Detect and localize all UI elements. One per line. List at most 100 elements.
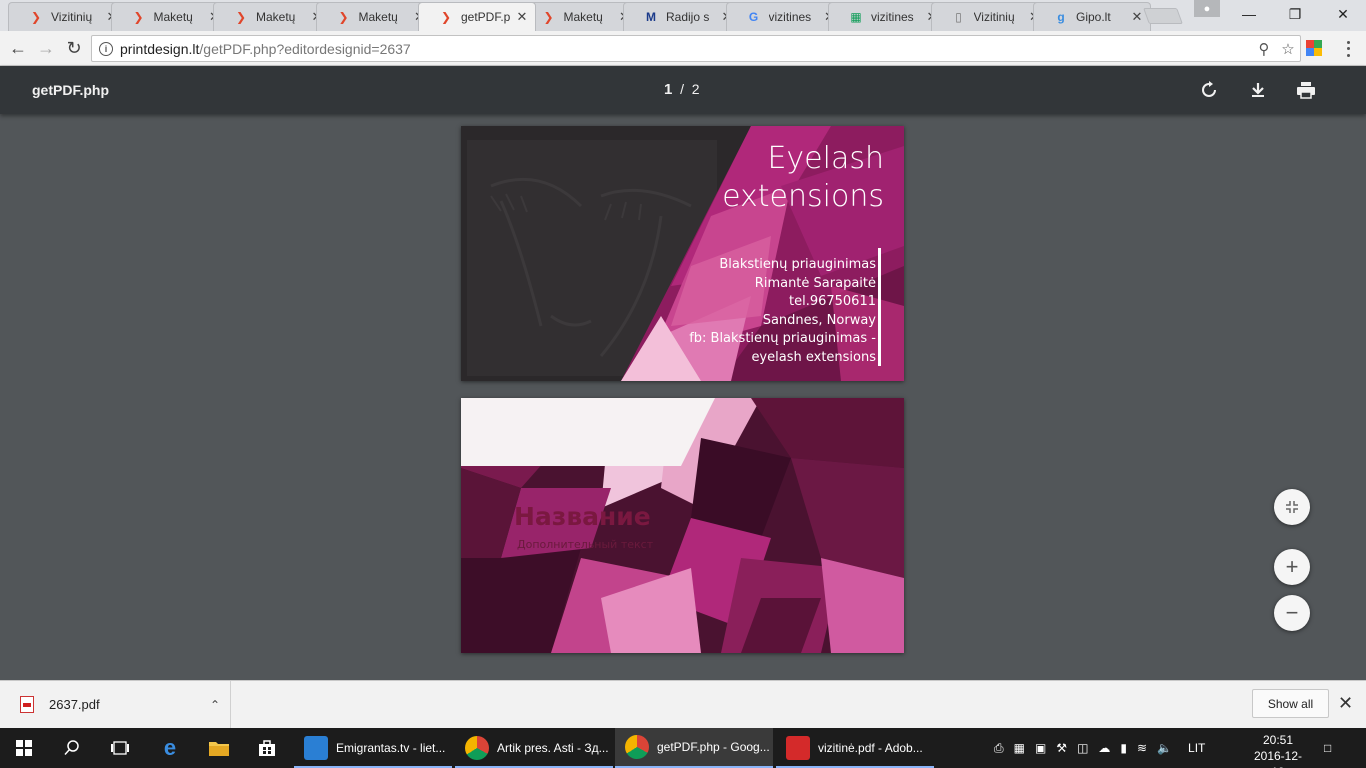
edge-icon[interactable]: e (146, 728, 194, 768)
browser-toolbar: ← → ↻ i printdesign.lt/getPDF.php?editor… (0, 31, 1366, 66)
browser-tab[interactable]: g Gipo.lt ✕ (1033, 2, 1151, 31)
card-line-phone: tel.96750611 (788, 294, 876, 309)
browser-tab[interactable]: Gvizitines✕ (725, 2, 844, 31)
tab-title: vizitines (768, 10, 812, 24)
browser-tab[interactable]: ❯ getPDF.p ✕ (418, 2, 536, 31)
plus-icon: + (1285, 554, 1299, 579)
store-icon[interactable] (243, 728, 291, 768)
card-line-location: Sandnes, Norway (762, 312, 876, 328)
colorful-v-icon: ❯ (338, 10, 349, 24)
taskbar-app-label: Artik pres. Asti - Зд... (497, 741, 609, 755)
browser-tab[interactable]: ❯Maketų✕ (110, 2, 229, 31)
fit-page-button[interactable] (1274, 489, 1310, 525)
address-bar[interactable]: i printdesign.lt/getPDF.php?editordesign… (91, 35, 1301, 62)
restore-button[interactable]: ❐ (1272, 0, 1318, 28)
card-divider-bar (878, 248, 881, 366)
bookmark-star-icon[interactable]: ☆ (1276, 40, 1300, 58)
browser-tab[interactable]: ❯Vizitinių✕ (8, 2, 126, 31)
tab-title: Maketų (563, 10, 603, 24)
taskbar-app-chrome-artik[interactable]: Artik pres. Asti - Зд... (455, 728, 613, 768)
back-button[interactable]: ← (5, 36, 31, 60)
task-view-icon[interactable] (96, 728, 144, 768)
forward-button[interactable]: → (33, 36, 59, 60)
monitor-tray-icon[interactable]: ▣ (1035, 741, 1046, 755)
card-back-ribbon (461, 398, 715, 466)
network-adapter-icon[interactable]: ▦ (1014, 741, 1025, 755)
rotate-icon[interactable] (1197, 78, 1221, 102)
card-line-facebook-cont: eyelash extensions (751, 349, 876, 365)
colorful-v-icon: ❯ (235, 10, 247, 24)
download-icon[interactable] (1246, 78, 1270, 102)
taskbar-app-chrome-getpdf[interactable]: getPDF.php - Goog... (615, 728, 773, 768)
card-line-name: Rimantė Sarapaitė (754, 275, 876, 291)
m1-icon: M (646, 10, 656, 24)
cloud-tray-icon[interactable]: ☁ (1098, 741, 1110, 755)
tab-title: getPDF.p (461, 10, 511, 24)
reload-button[interactable]: ↻ (61, 36, 87, 60)
tab-title: Radijo s (666, 10, 710, 24)
language-indicator[interactable]: LIT (1188, 741, 1205, 755)
download-filename: 2637.pdf (49, 697, 100, 712)
url-text[interactable]: printdesign.lt/getPDF.php?editordesignid… (120, 41, 1252, 57)
download-item[interactable]: 2637.pdf ⌃ (0, 681, 231, 728)
taskbar-app-acrobat[interactable]: vizitinė.pdf - Adob... (776, 728, 934, 768)
gipo-g-icon: g (1057, 10, 1065, 24)
tab-title: Maketų (358, 10, 398, 24)
download-shelf: 2637.pdf ⌃ Show all ✕ (0, 680, 1366, 728)
file-explorer-icon[interactable] (195, 728, 243, 768)
tab-close-icon[interactable]: ✕ (515, 9, 529, 25)
url-host: printdesign.lt (120, 40, 200, 57)
colorful-v-icon: ❯ (133, 10, 144, 24)
colorful-v-icon: ❯ (543, 10, 554, 24)
action-center-icon[interactable]: □ (1324, 728, 1331, 768)
zoom-in-button[interactable]: + (1274, 549, 1310, 585)
browser-tab[interactable]: ❯Maketų✕ (213, 2, 331, 31)
taskbar-app-label: vizitinė.pdf - Adob... (818, 741, 923, 755)
windows-taskbar: e Emigrantas.tv - liet... Artik pres. As… (0, 728, 1366, 768)
card-back-subtitle: Дополнительный текст (517, 538, 654, 551)
fit-to-page-icon (1286, 501, 1298, 513)
search-icon[interactable] (48, 728, 96, 768)
pdf-page-1: Eyelash extensions Blakstienų priauginim… (461, 126, 904, 381)
new-tab-button[interactable] (1143, 8, 1183, 24)
acrobat-icon (786, 736, 810, 760)
chevron-up-icon[interactable]: ⌃ (200, 698, 230, 712)
close-shelf-icon[interactable]: ✕ (1338, 693, 1353, 714)
sheets-icon: ▦ (850, 10, 862, 24)
printer-tray-icon[interactable]: ⎙ (994, 741, 1004, 756)
print-icon[interactable] (1294, 78, 1318, 102)
site-info-icon[interactable]: i (92, 41, 120, 56)
emigrantas-icon (304, 736, 328, 760)
card-front-details: Blakstienų priauginimas Rimantė Sarapait… (689, 256, 876, 367)
browser-tab[interactable]: ❯Maketų✕ (520, 2, 639, 31)
tool-tray-icon[interactable]: ⚒ (1056, 741, 1067, 755)
taskbar-app-emigrantas[interactable]: Emigrantas.tv - liet... (294, 728, 452, 768)
card-front-title: Eyelash extensions (722, 140, 884, 216)
close-window-button[interactable]: ✕ (1320, 0, 1366, 28)
device-tray-icon[interactable]: ◫ (1077, 741, 1088, 755)
profile-icon[interactable]: ● (1194, 0, 1220, 17)
chrome-menu-icon[interactable] (1340, 39, 1356, 59)
browser-tab[interactable]: MRadijo s✕ (623, 2, 741, 31)
battery-icon[interactable]: ▮ (1120, 741, 1127, 755)
wifi-icon[interactable]: ≋ (1137, 741, 1147, 755)
zoom-icon[interactable]: ⚲ (1252, 40, 1276, 58)
current-page-field[interactable]: 1 (664, 81, 672, 98)
browser-tab[interactable]: ▯Vizitinių✕ (930, 2, 1049, 31)
volume-icon[interactable]: 🔈 (1157, 741, 1172, 755)
browser-tab[interactable]: ▦vizitines✕ (828, 2, 946, 31)
browser-tab[interactable]: ❯Maketų✕ (315, 2, 434, 31)
clock-time: 20:51 (1262, 733, 1294, 747)
tab-strip: ❯Vizitinių✕❯Maketų✕❯Maketų✕❯Maketų✕❯getP… (0, 0, 1366, 31)
page-separator: / (680, 81, 685, 97)
clock[interactable]: 20:51 2016-12-19 (1248, 732, 1308, 768)
extension-icon[interactable] (1306, 40, 1322, 56)
show-all-button[interactable]: Show all (1252, 689, 1329, 718)
tab-close-icon[interactable]: ✕ (1130, 9, 1144, 25)
zoom-out-button[interactable]: − (1274, 595, 1310, 631)
page-icon: ▯ (955, 10, 962, 24)
google-g-icon: G (748, 10, 759, 24)
windows-start-icon[interactable] (0, 728, 48, 768)
minimize-button[interactable]: — (1226, 0, 1272, 28)
chrome-icon (625, 735, 649, 759)
